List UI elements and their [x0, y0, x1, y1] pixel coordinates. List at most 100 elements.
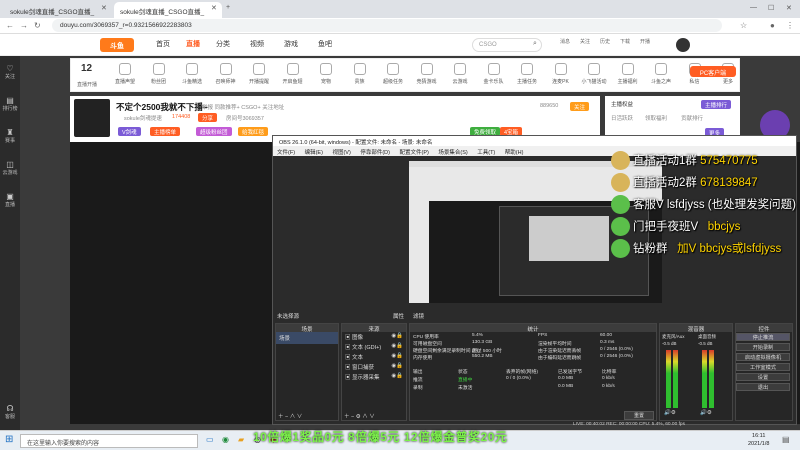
close-tab-icon[interactable]: ✕: [211, 4, 217, 12]
header-icon-follow[interactable]: 关注: [580, 38, 590, 45]
maximize-icon[interactable]: ☐: [768, 4, 774, 12]
anchor-rank-tag[interactable]: 主播榜单: [150, 127, 181, 136]
menu-icon[interactable]: ⋮: [786, 21, 794, 30]
feature-item[interactable]: 超级任务: [375, 63, 411, 85]
nav-video[interactable]: 视频: [250, 39, 264, 49]
feature-item[interactable]: 贵族: [342, 63, 378, 85]
stats-reset-button[interactable]: 重置: [624, 411, 654, 420]
windows-start-icon[interactable]: ⊞: [5, 434, 13, 445]
back-icon[interactable]: ←: [6, 21, 14, 30]
mixer-mute-icon[interactable]: 🔊⚙: [664, 410, 676, 416]
virtual-camera-button[interactable]: 启动虚拟摄像机: [736, 353, 790, 361]
feature-item[interactable]: 开播提醒: [241, 63, 277, 85]
eye-icon[interactable]: ◉🔒: [391, 373, 403, 379]
pc-client-button[interactable]: PC客户端: [690, 66, 736, 77]
scene-add-icon[interactable]: ＋ − ∧ ∨: [278, 412, 302, 420]
nav-game[interactable]: 游戏: [284, 39, 298, 49]
feature-item[interactable]: 主播任务: [509, 63, 545, 85]
studio-mode-button[interactable]: 工作室模式: [736, 363, 790, 371]
obs-menu-scenecollection[interactable]: 场景集合(S): [438, 150, 467, 156]
feature-item[interactable]: 粉丝团: [141, 63, 177, 85]
scene-item[interactable]: 场景: [276, 332, 338, 344]
browser-tab-active[interactable]: sokule剑魂直播_CSGO直播_: [114, 2, 222, 18]
task-view-icon[interactable]: ▭: [206, 435, 214, 444]
minimize-icon[interactable]: —: [750, 4, 757, 11]
close-window-icon[interactable]: ✕: [786, 4, 792, 12]
feature-item[interactable]: 召唤师神: [208, 63, 244, 85]
source-item[interactable]: ▣ 图像 ◉🔒: [342, 332, 406, 342]
feature-item[interactable]: 连麦PK: [543, 63, 579, 85]
obs-menu-tools[interactable]: 工具(T): [477, 150, 495, 156]
new-tab-icon[interactable]: +: [226, 4, 230, 11]
source-item[interactable]: ▣ 文本 ◉🔒: [342, 352, 406, 362]
obs-menu-edit[interactable]: 编辑(E): [305, 150, 323, 156]
obs-menu-docks[interactable]: 停靠部件(D): [360, 150, 390, 156]
filters-button[interactable]: 滤镜: [413, 312, 424, 320]
system-clock[interactable]: 16:11 2021/1/8: [748, 432, 769, 448]
feature-item[interactable]: 开启鱼翅: [275, 63, 311, 85]
room-tags[interactable]: 举报 同款推荐+ CSGO+ 关注地址: [202, 103, 284, 111]
forward-icon[interactable]: →: [20, 21, 28, 30]
eye-icon[interactable]: ◉🔒: [391, 333, 403, 339]
eye-icon[interactable]: ◉🔒: [391, 363, 403, 369]
sidebar-item-live[interactable]: ▣ 直播: [0, 192, 20, 208]
source-item[interactable]: ▣ 窗口捕获 ◉🔒: [342, 362, 406, 372]
obs-menu-file[interactable]: 文件(F): [277, 150, 295, 156]
obs-menu-profile[interactable]: 配置文件(P): [399, 150, 428, 156]
user-avatar[interactable]: [676, 38, 690, 52]
profile-icon[interactable]: ●: [770, 21, 775, 30]
streamer-name[interactable]: sokule剑魂提速: [124, 114, 162, 122]
sidebar-item-match[interactable]: ♜ 赛事: [0, 128, 20, 144]
rightpanel-item[interactable]: 日活跃跃: [611, 114, 633, 122]
browser-tab[interactable]: sokule剑魂直播_CSGO直播_: [4, 2, 112, 18]
taskbar-search-input[interactable]: 在这里输入你要搜索的内容: [20, 434, 198, 448]
reload-icon[interactable]: ↻: [34, 21, 41, 30]
share-badge[interactable]: 分享: [198, 113, 218, 122]
rightpanel-item[interactable]: 贡献排行: [681, 114, 703, 122]
header-icon-messages[interactable]: 消息: [560, 38, 570, 45]
bookmark-star-icon[interactable]: ☆: [740, 21, 747, 30]
properties-button[interactable]: 属性: [393, 312, 404, 320]
file-explorer-icon[interactable]: ▰: [238, 435, 244, 444]
source-item[interactable]: ▣ 文本 (GDI+) ◉🔒: [342, 342, 406, 352]
header-icon-broadcast[interactable]: 开播: [640, 38, 650, 45]
feature-item[interactable]: 斗鱼之声: [643, 63, 679, 85]
obs-menu-view[interactable]: 视图(V): [332, 150, 350, 156]
feature-item[interactable]: 小飞猫活动: [576, 63, 612, 85]
nav-yuba[interactable]: 鱼吧: [318, 39, 332, 49]
start-recording-button[interactable]: 开始录制: [736, 343, 790, 351]
feature-item[interactable]: 直播声望: [107, 63, 143, 85]
notification-icon[interactable]: ▤: [782, 435, 790, 444]
eye-icon[interactable]: ◉🔒: [391, 353, 403, 359]
streamer-avatar[interactable]: [74, 99, 110, 137]
header-icon-history[interactable]: 历史: [600, 38, 610, 45]
header-icon-download[interactable]: 下载: [620, 38, 630, 45]
douyu-logo[interactable]: 斗鱼: [100, 38, 134, 52]
search-input[interactable]: CSGO: [472, 38, 542, 52]
v-tag[interactable]: V剑魂: [118, 127, 141, 136]
rightpanel-item[interactable]: 领取福利: [645, 114, 667, 122]
sidebar-item-rank[interactable]: ▤ 排行榜: [0, 96, 20, 112]
eye-icon[interactable]: ◉🔒: [391, 343, 403, 349]
red-carpet-tag[interactable]: 给我红毯: [238, 127, 269, 136]
feature-item[interactable]: 竞猜游戏: [409, 63, 445, 85]
anchor-rank-button[interactable]: 主播排行: [701, 100, 732, 109]
nav-category[interactable]: 分类: [216, 39, 230, 49]
mixer-mute-icon[interactable]: 🔊⚙: [700, 410, 712, 416]
feature-item[interactable]: 主播福利: [610, 63, 646, 85]
source-item[interactable]: ▣ 显示器采集 ◉🔒: [342, 372, 406, 382]
settings-button[interactable]: 设置: [736, 373, 790, 381]
feature-item[interactable]: 宠物: [308, 63, 344, 85]
chrome-icon[interactable]: ◉: [222, 435, 229, 444]
source-add-icon[interactable]: ＋ − ⚙ ∧ ∨: [344, 412, 375, 420]
obs-menu-help[interactable]: 帮助(H): [505, 150, 524, 156]
feature-item[interactable]: 云游戏: [442, 63, 478, 85]
sidebar-item-follow[interactable]: ♡ 关注: [0, 64, 20, 80]
fan-club-tag[interactable]: 超级粉丝团: [196, 127, 232, 136]
close-tab-icon[interactable]: ✕: [101, 4, 107, 12]
stop-stream-button[interactable]: 停止推流: [736, 333, 790, 341]
sidebar-item-service[interactable]: ☊ 客服: [0, 404, 20, 420]
feature-item[interactable]: 斗鱼精选: [174, 63, 210, 85]
search-icon[interactable]: ⌕: [533, 40, 537, 48]
follow-button[interactable]: 关注: [570, 102, 590, 111]
